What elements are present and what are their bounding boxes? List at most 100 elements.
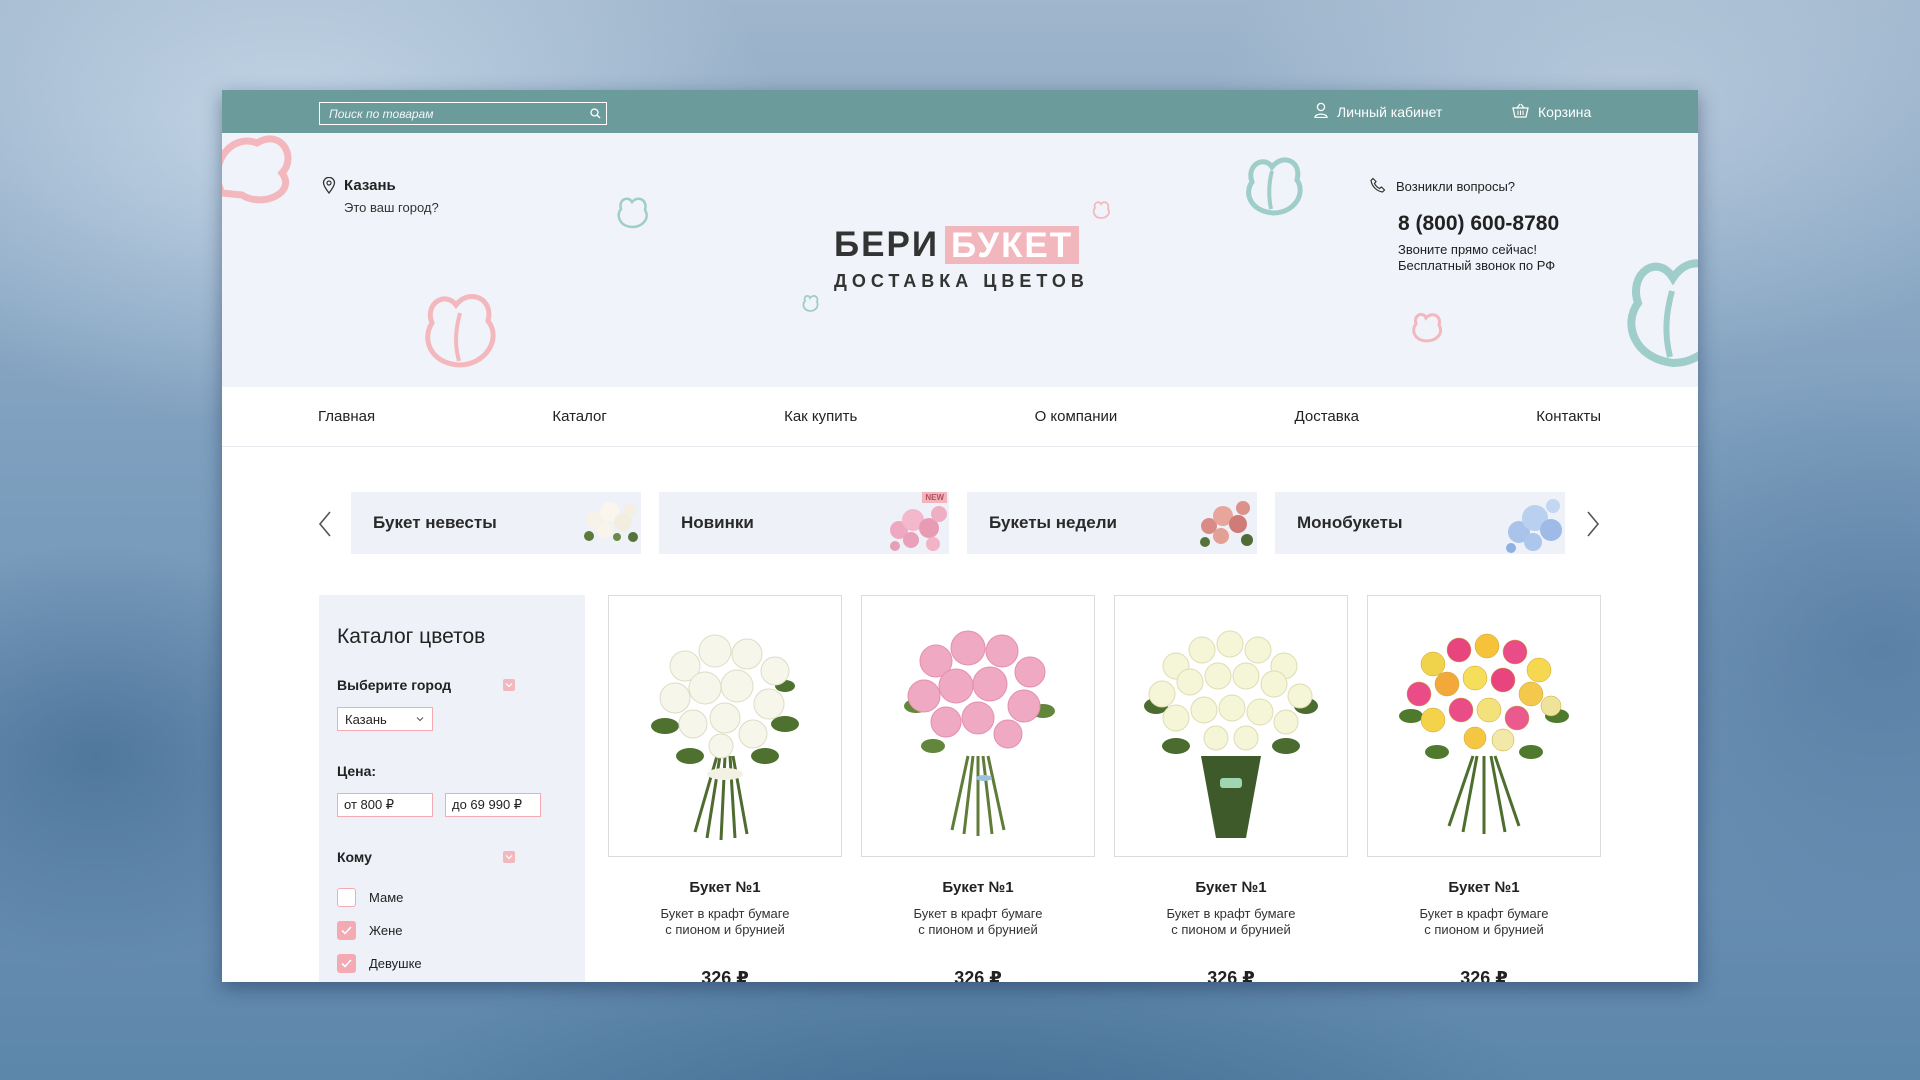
product-name[interactable]: Букет №1 — [1114, 879, 1348, 896]
category-weekly[interactable]: Букеты недели — [967, 492, 1257, 554]
flower-outline-icon — [425, 293, 496, 368]
city-select-value: Казань — [345, 711, 387, 727]
logo-word-2: БУКЕТ — [945, 226, 1080, 265]
city-block: Казань Это ваш город? — [322, 176, 439, 215]
site-logo[interactable]: БЕРИ БУКЕТ ДОСТАВКА ЦВЕТОВ — [834, 225, 1089, 292]
logo-word-1: БЕРИ — [834, 225, 940, 264]
flower-outline-icon — [1092, 201, 1110, 219]
nav-about[interactable]: О компании — [1035, 408, 1118, 425]
account-link[interactable]: Личный кабинет — [1314, 90, 1442, 133]
nav-home[interactable]: Главная — [318, 408, 375, 425]
category-label: Букет невесты — [373, 513, 497, 532]
search-input[interactable] — [320, 103, 584, 124]
city-question[interactable]: Это ваш город? — [344, 200, 439, 215]
product-card[interactable]: Букет №1 Букет в крафт бумаге с пионом и … — [1367, 595, 1601, 982]
flower-outline-icon — [802, 294, 819, 312]
nav-catalog[interactable]: Каталог — [552, 408, 607, 425]
cart-label: Корзина — [1538, 103, 1592, 120]
product-card[interactable]: Букет №1 Букет в крафт бумаге с пионом и … — [608, 595, 842, 982]
recipient-option-wife[interactable]: Жене — [337, 914, 567, 947]
phone-icon — [1370, 177, 1386, 196]
nav-how-to-buy[interactable]: Как купить — [784, 408, 857, 425]
user-icon — [1314, 102, 1328, 121]
city-filter-label: Выберите город — [337, 677, 452, 693]
carousel-prev-button[interactable] — [310, 508, 340, 540]
product-price: 326 ₽ — [701, 968, 749, 982]
bouquet-image — [1499, 492, 1565, 554]
recipient-option-label: Девушке — [369, 956, 422, 971]
collapse-icon[interactable] — [503, 851, 515, 863]
bouquet-image — [1191, 492, 1257, 554]
chevron-left-icon — [318, 511, 331, 537]
call-now-text: Звоните прямо сейчас! — [1398, 242, 1537, 257]
city-filter-header[interactable]: Выберите город — [337, 677, 515, 693]
recipient-option-girlfriend[interactable]: Девушке — [337, 947, 567, 980]
checkbox[interactable] — [337, 888, 356, 907]
basket-icon — [1512, 103, 1529, 121]
product-price: 326 ₽ — [954, 968, 1002, 982]
product-desc-line1: Букет в крафт бумаге — [913, 906, 1043, 921]
product-image[interactable] — [1367, 595, 1601, 857]
product-image[interactable] — [608, 595, 842, 857]
carousel-next-button[interactable] — [1578, 508, 1608, 540]
recipient-filter-label: Кому — [337, 849, 372, 865]
city-select[interactable]: Казань — [337, 707, 433, 731]
product-desc-line2: с пионом и брунией — [918, 922, 1038, 937]
category-carousel: Букет невесты Новинки NEW Букеты недели … — [222, 492, 1698, 556]
main-nav: Главная Каталог Как купить О компании До… — [222, 387, 1698, 447]
nav-contacts[interactable]: Контакты — [1536, 408, 1601, 425]
nav-delivery[interactable]: Доставка — [1295, 408, 1359, 425]
product-name[interactable]: Букет №1 — [861, 879, 1095, 896]
catalog-filter-panel: Каталог цветов Выберите город Казань Цен… — [319, 595, 585, 982]
cart-link[interactable]: Корзина — [1512, 90, 1591, 133]
checkbox-checked[interactable] — [337, 921, 356, 940]
flower-outline-icon — [1627, 259, 1698, 368]
flower-outline-icon — [222, 135, 292, 204]
product-image[interactable] — [1114, 595, 1348, 857]
product-desc-line2: с пионом и брунией — [1424, 922, 1544, 937]
checkbox-checked[interactable] — [337, 954, 356, 973]
category-new[interactable]: Новинки NEW — [659, 492, 949, 554]
flower-outline-icon — [617, 197, 648, 229]
price-filter-label: Цена: — [337, 763, 377, 779]
product-desc-line1: Букет в крафт бумаге — [1419, 906, 1549, 921]
account-label: Личный кабинет — [1337, 103, 1443, 120]
chevron-right-icon — [1587, 511, 1600, 537]
logo-tagline: ДОСТАВКА ЦВЕТОВ — [834, 271, 1089, 291]
check-icon — [341, 926, 352, 935]
search-icon[interactable] — [584, 103, 606, 124]
product-name[interactable]: Букет №1 — [608, 879, 842, 896]
product-desc-line1: Букет в крафт бумаге — [660, 906, 790, 921]
phone-number[interactable]: 8 (800) 600-8780 — [1398, 212, 1559, 236]
header-banner: Казань Это ваш город? БЕРИ БУКЕТ ДОСТАВК… — [222, 133, 1698, 387]
product-price: 326 ₽ — [1207, 968, 1255, 982]
price-from-input[interactable]: от 800 ₽ — [337, 793, 433, 817]
collapse-icon[interactable] — [503, 679, 515, 691]
contact-block: Возникли вопросы? 8 (800) 600-8780 Звони… — [1370, 177, 1559, 274]
recipient-option-label: Маме — [369, 890, 404, 905]
pin-icon — [322, 176, 336, 199]
questions-label: Возникли вопросы? — [1396, 179, 1516, 194]
category-label: Букеты недели — [989, 513, 1117, 532]
flower-outline-icon — [1412, 312, 1443, 343]
price-filter-header: Цена: — [337, 763, 515, 779]
free-call-text: Бесплатный звонок по РФ — [1398, 258, 1556, 273]
recipient-option-mom[interactable]: Маме — [337, 881, 567, 914]
flower-outline-icon — [1246, 157, 1303, 216]
recipient-filter-header[interactable]: Кому — [337, 849, 515, 865]
category-bride-bouquet[interactable]: Букет невесты — [351, 492, 641, 554]
product-card[interactable]: Букет №1 Букет в крафт бумаге с пионом и … — [861, 595, 1095, 982]
category-label: Монобукеты — [1297, 513, 1403, 532]
category-label: Новинки — [681, 513, 754, 532]
catalog-title: Каталог цветов — [337, 625, 486, 648]
category-mono[interactable]: Монобукеты — [1275, 492, 1565, 554]
price-to-input[interactable]: до 69 990 ₽ — [445, 793, 541, 817]
recipient-option-label: Жене — [369, 923, 403, 938]
product-card[interactable]: Букет №1 Букет в крафт бумаге с пионом и … — [1114, 595, 1348, 982]
product-image[interactable] — [861, 595, 1095, 857]
city-name[interactable]: Казань — [344, 177, 439, 194]
top-bar: Личный кабинет Корзина — [222, 90, 1698, 133]
product-name[interactable]: Букет №1 — [1367, 879, 1601, 896]
product-price: 326 ₽ — [1460, 968, 1508, 982]
browser-page: Личный кабинет Корзина Казань Это ваш го… — [222, 90, 1698, 982]
